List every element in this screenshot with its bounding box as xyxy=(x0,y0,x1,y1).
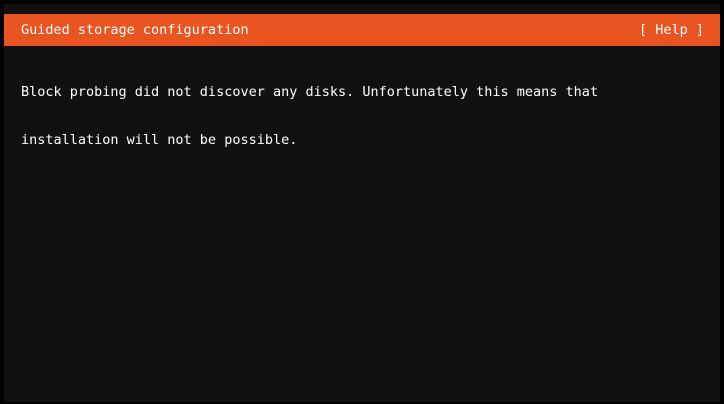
message-line-2: installation will not be possible. xyxy=(21,132,298,148)
installer-screen: Guided storage configuration [ Help ] Bl… xyxy=(4,4,720,402)
title-bar: Guided storage configuration [ Help ] xyxy=(4,14,720,46)
page-title: Guided storage configuration xyxy=(21,22,249,38)
help-button[interactable]: [ Help ] xyxy=(639,14,704,46)
message-area: Block probing did not discover any disks… xyxy=(21,52,701,180)
message-line-1: Block probing did not discover any disks… xyxy=(21,84,599,100)
